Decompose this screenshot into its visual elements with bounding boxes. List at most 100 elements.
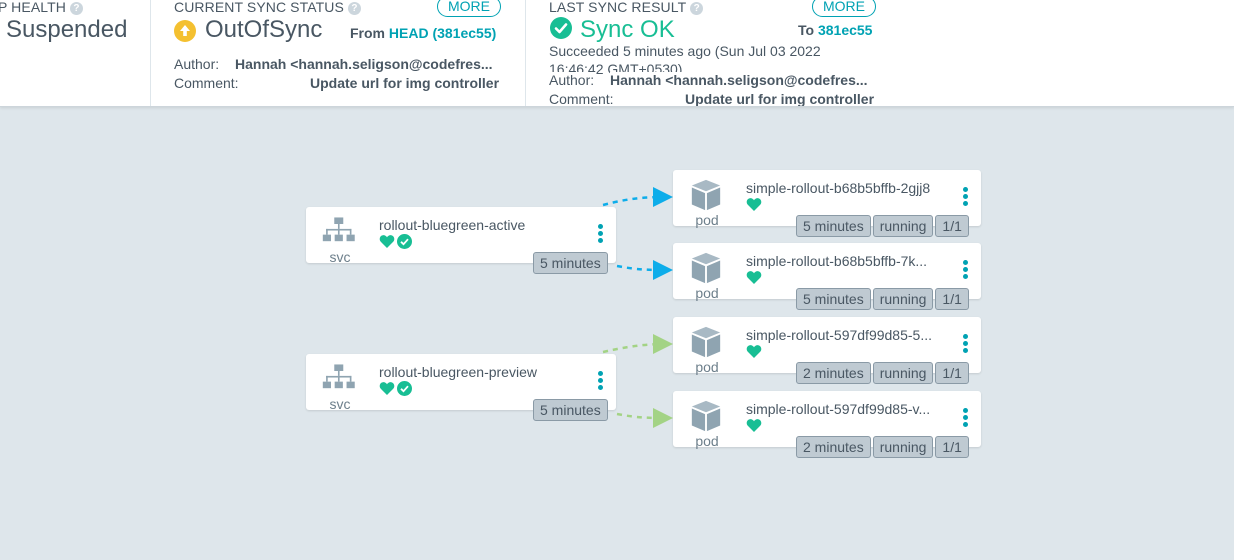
pod-tags: 5 minutes running 1/1 (796, 215, 969, 237)
heart-icon (379, 382, 395, 395)
cube-icon (691, 179, 721, 211)
pod-node[interactable]: pod simple-rollout-b68b5bffb-2gjj8 5 min… (673, 170, 981, 237)
resource-status (746, 197, 762, 212)
resource-status (746, 270, 762, 285)
age-tag: 5 minutes (533, 399, 608, 421)
resource-name: simple-rollout-b68b5bffb-7k... (746, 253, 928, 269)
resource-kind-label: pod (695, 212, 719, 228)
phase-tag: running (872, 288, 934, 310)
resource-name: rollout-bluegreen-preview (379, 364, 537, 380)
heart-icon (746, 198, 762, 211)
resource-kind-label: svc (329, 249, 351, 265)
to-label: To (798, 22, 815, 38)
help-icon[interactable]: ? (690, 2, 704, 15)
check-circle-icon (397, 381, 412, 396)
help-icon[interactable]: ? (347, 2, 361, 15)
resource-name: simple-rollout-b68b5bffb-2gjj8 (746, 180, 931, 196)
ready-tag: 1/1 (935, 215, 969, 237)
last-sync-title-text: LAST SYNC RESULT (549, 0, 687, 15)
phase-tag: running (872, 362, 934, 384)
resource-status (746, 344, 762, 359)
author-value: Hannah <hannah.seligson@codefres... (610, 72, 875, 88)
app-health-title: P HEALTH? (0, 0, 83, 15)
pod-node[interactable]: pod simple-rollout-b68b5bffb-7k... 5 min… (673, 243, 981, 310)
cube-icon (691, 252, 721, 284)
resource-kind-label: pod (695, 359, 719, 375)
pod-tags: 5 minutes running 1/1 (796, 288, 969, 310)
help-icon[interactable]: ? (69, 2, 83, 15)
app-health-title-text: P HEALTH (0, 0, 66, 15)
ready-tag: 1/1 (935, 288, 969, 310)
heart-icon (379, 235, 395, 248)
last-sync-to: To 381ec55 (798, 22, 872, 38)
edge-active-pod1 (602, 187, 673, 208)
current-sync-status: OutOfSync (205, 16, 323, 43)
edge-preview-pod4 (616, 407, 673, 428)
pod-node[interactable]: pod simple-rollout-597df99d85-v... 2 min… (673, 391, 981, 458)
out-of-sync-icon (174, 20, 196, 42)
app-status-header: P HEALTH? Suspended CURRENT SYNC STATUS?… (0, 0, 1234, 107)
age-tag: 5 minutes (533, 252, 608, 274)
current-sync-title-text: CURRENT SYNC STATUS (174, 0, 344, 15)
last-sync-title: LAST SYNC RESULT? (549, 0, 704, 15)
resource-kind-label: pod (695, 433, 719, 449)
last-sync-more-button[interactable]: MORE (812, 0, 876, 17)
pod-node[interactable]: pod simple-rollout-597df99d85-5... 2 min… (673, 317, 981, 384)
node-menu-icon[interactable] (595, 222, 605, 246)
author-label: Author: (174, 56, 220, 72)
last-sync-status: Sync OK (580, 16, 675, 43)
current-sync-panel: CURRENT SYNC STATUS? MORE OutOfSync From… (150, 0, 525, 106)
ready-tag: 1/1 (935, 362, 969, 384)
from-label: From (350, 25, 385, 41)
app-health-status: Suspended (6, 16, 128, 43)
edge-active-pod2 (616, 259, 673, 280)
resource-name: simple-rollout-597df99d85-5... (746, 327, 932, 343)
node-menu-icon[interactable] (960, 406, 970, 430)
comment-value: Update url for img controller (685, 91, 875, 107)
age-tags: 5 minutes (533, 399, 608, 421)
age-tag: 5 minutes (796, 288, 871, 310)
resource-name: simple-rollout-597df99d85-v... (746, 401, 931, 417)
resource-status (746, 418, 762, 433)
resource-name: rollout-bluegreen-active (379, 217, 526, 233)
resource-status (379, 381, 412, 396)
age-tag: 5 minutes (796, 215, 871, 237)
current-sync-from: From HEAD (381ec55) (350, 25, 496, 41)
heart-icon (746, 419, 762, 432)
node-menu-icon[interactable] (960, 185, 970, 209)
phase-tag: running (872, 436, 934, 458)
phase-tag: running (872, 215, 934, 237)
revision-link[interactable]: 381ec55 (818, 22, 873, 38)
pod-tags: 2 minutes running 1/1 (796, 362, 969, 384)
comment-label: Comment: (174, 75, 239, 91)
resource-kind-label: svc (329, 396, 351, 412)
check-circle-icon (397, 234, 412, 249)
cube-icon (691, 400, 721, 432)
succeeded-text: Succeeded 5 minutes ago (Sun Jul 03 2022 (549, 43, 821, 59)
check-circle-icon (550, 17, 572, 39)
comment-label: Comment: (549, 91, 614, 107)
comment-value: Update url for img controller (310, 75, 500, 91)
heart-icon (746, 345, 762, 358)
resource-status (379, 234, 412, 249)
node-menu-icon[interactable] (960, 258, 970, 282)
node-menu-icon[interactable] (595, 369, 605, 393)
pod-tags: 2 minutes running 1/1 (796, 436, 969, 458)
service-node[interactable]: svc rollout-bluegreen-active 5 minutes (306, 207, 616, 274)
ready-tag: 1/1 (935, 436, 969, 458)
age-tag: 2 minutes (796, 362, 871, 384)
author-label: Author: (549, 72, 595, 88)
network-hierarchy-icon (322, 217, 355, 242)
current-sync-more-button[interactable]: MORE (437, 0, 501, 17)
node-menu-icon[interactable] (960, 332, 970, 356)
resource-kind-label: pod (695, 285, 719, 301)
app-health-panel: P HEALTH? Suspended (0, 0, 150, 106)
revision-link[interactable]: HEAD (381ec55) (389, 25, 496, 41)
service-node[interactable]: svc rollout-bluegreen-preview 5 minutes (306, 354, 616, 421)
last-sync-panel: LAST SYNC RESULT? MORE Sync OK To 381ec5… (525, 0, 890, 107)
age-tag: 2 minutes (796, 436, 871, 458)
author-value: Hannah <hannah.seligson@codefres... (235, 56, 493, 72)
age-tags: 5 minutes (533, 252, 608, 274)
network-hierarchy-icon (322, 364, 355, 389)
edge-preview-pod3 (602, 334, 673, 355)
